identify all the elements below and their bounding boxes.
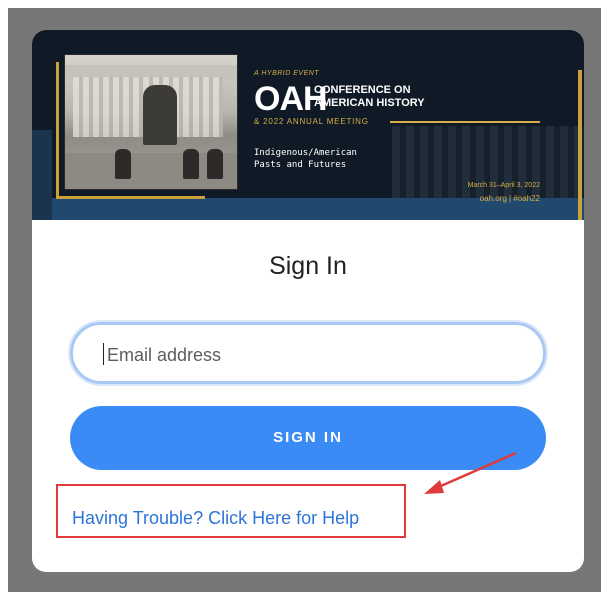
conference-dates: March 31–April 3, 2022 [467,182,540,189]
screenshot-border-right [601,0,608,602]
help-link[interactable]: Having Trouble? Click Here for Help [72,508,359,529]
photo-rider [183,149,199,179]
text-cursor [103,343,104,365]
banner-deco [32,130,52,220]
conference-website: oah.org | #oah22 [479,194,540,203]
conference-title-line2: AMERICAN HISTORY [314,97,425,109]
email-input[interactable] [105,342,509,368]
theme-line2: Pasts and Futures [254,160,347,170]
theme-line1: Indigenous/American [254,148,357,158]
historic-photo [64,54,238,190]
photo-statue [143,85,177,145]
email-field[interactable] [70,322,546,384]
sign-in-button[interactable]: SIGN IN [70,406,546,470]
conference-banner: A HYBRID EVENT OAH CONFERENCE ON AMERICA… [32,30,584,220]
signin-card: A HYBRID EVENT OAH CONFERENCE ON AMERICA… [32,30,584,572]
banner-tagline: A HYBRID EVENT [254,70,320,77]
meeting-divider [390,121,540,123]
screenshot-border-left [0,0,8,602]
screenshot-border-top [0,0,608,8]
page-title: Sign In [269,252,347,280]
photo-rider [115,149,131,179]
screenshot-border-bottom [0,592,608,602]
photo-rider [207,149,223,179]
annual-meeting-text: & 2022 ANNUAL MEETING [254,117,369,126]
conference-title-line1: CONFERENCE ON [314,84,411,96]
banner-gold-bar [578,70,582,220]
